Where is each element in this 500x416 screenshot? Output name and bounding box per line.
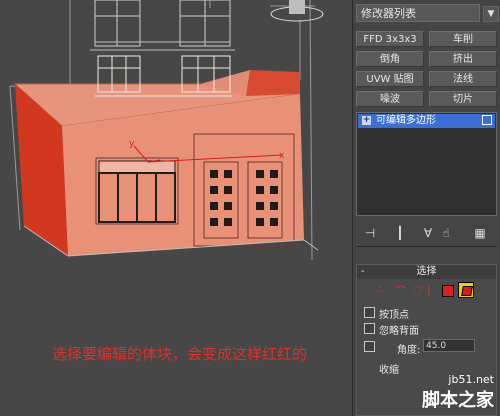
polygon-select-icon[interactable] <box>442 285 454 297</box>
object-box-icon <box>482 115 492 125</box>
annotation-text: 选择要编辑的体块，会变成这样红红的 <box>52 345 308 363</box>
bevel-button[interactable]: 倒角 <box>356 51 424 67</box>
modifier-list-dropdown[interactable]: 修改器列表 <box>356 4 480 22</box>
element-select-icon[interactable] <box>458 282 474 298</box>
viewport-perspective[interactable]: y x 选择要编辑的体块，会变成这样红红的 <box>0 0 352 416</box>
command-panel: 修改器列表 ▼ FFD 3x3x3 车削 倒角 挤出 UVW 贴图 法线 噪波 … <box>352 0 500 416</box>
show-end-result-icon[interactable]: ┃ <box>393 226 407 240</box>
by-angle-checkbox[interactable] <box>364 341 375 352</box>
watermark-name: 脚本之家 <box>422 390 494 411</box>
uvw-map-button[interactable]: UVW 贴图 <box>356 71 424 87</box>
angle-label: 角度: <box>397 345 421 356</box>
ignore-backfacing-label: 忽略背面 <box>379 326 419 337</box>
front-window <box>95 157 179 225</box>
watermark: jb51.net 脚本之家 <box>422 373 494 412</box>
normal-button[interactable]: 法线 <box>429 71 497 87</box>
vertex-select-icon[interactable]: ∴ <box>377 283 384 296</box>
stack-item-editable-poly[interactable]: + 可编辑多边形 <box>358 114 495 128</box>
by-vertex-checkbox[interactable] <box>364 307 375 318</box>
noise-button[interactable]: 噪波 <box>356 91 424 107</box>
modifier-stack[interactable]: + 可编辑多边形 <box>356 112 497 216</box>
extrude-button[interactable]: 挤出 <box>429 51 497 67</box>
shrink-button[interactable]: 收缩 <box>379 361 399 376</box>
svg-text:x: x <box>279 151 285 161</box>
edge-select-icon[interactable]: ⌒ <box>395 283 406 299</box>
divider <box>356 246 497 247</box>
slice-button[interactable]: 切片 <box>429 91 497 107</box>
collapse-minus-icon[interactable]: - <box>361 265 365 279</box>
stack-item-label: 可编辑多边形 <box>376 115 436 126</box>
rollout-header[interactable]: - 选择 <box>357 265 496 279</box>
chevron-down-icon[interactable]: ▼ <box>483 6 499 22</box>
rollout-title: 选择 <box>416 266 437 277</box>
expand-plus-icon[interactable]: + <box>362 116 371 125</box>
light-gizmo <box>270 0 324 22</box>
angle-spinner[interactable]: 45.0 <box>423 339 475 352</box>
separator-icon: | <box>427 283 431 296</box>
ignore-backfacing-checkbox[interactable] <box>364 323 375 334</box>
block-corner-face <box>246 70 300 96</box>
make-unique-icon[interactable]: ∀ <box>421 226 435 240</box>
watermark-site: jb51.net <box>448 373 494 386</box>
by-vertex-label: 按顶点 <box>379 310 409 321</box>
configure-sets-icon[interactable]: ▦ <box>473 226 487 240</box>
border-select-icon[interactable]: ◌ <box>413 283 423 296</box>
remove-modifier-icon[interactable]: ☝ <box>439 226 453 240</box>
pin-stack-icon[interactable]: ⊣ <box>363 226 377 240</box>
lathe-button[interactable]: 车削 <box>429 31 497 47</box>
ffd-button[interactable]: FFD 3x3x3 <box>356 31 424 47</box>
svg-text:y: y <box>129 139 135 149</box>
